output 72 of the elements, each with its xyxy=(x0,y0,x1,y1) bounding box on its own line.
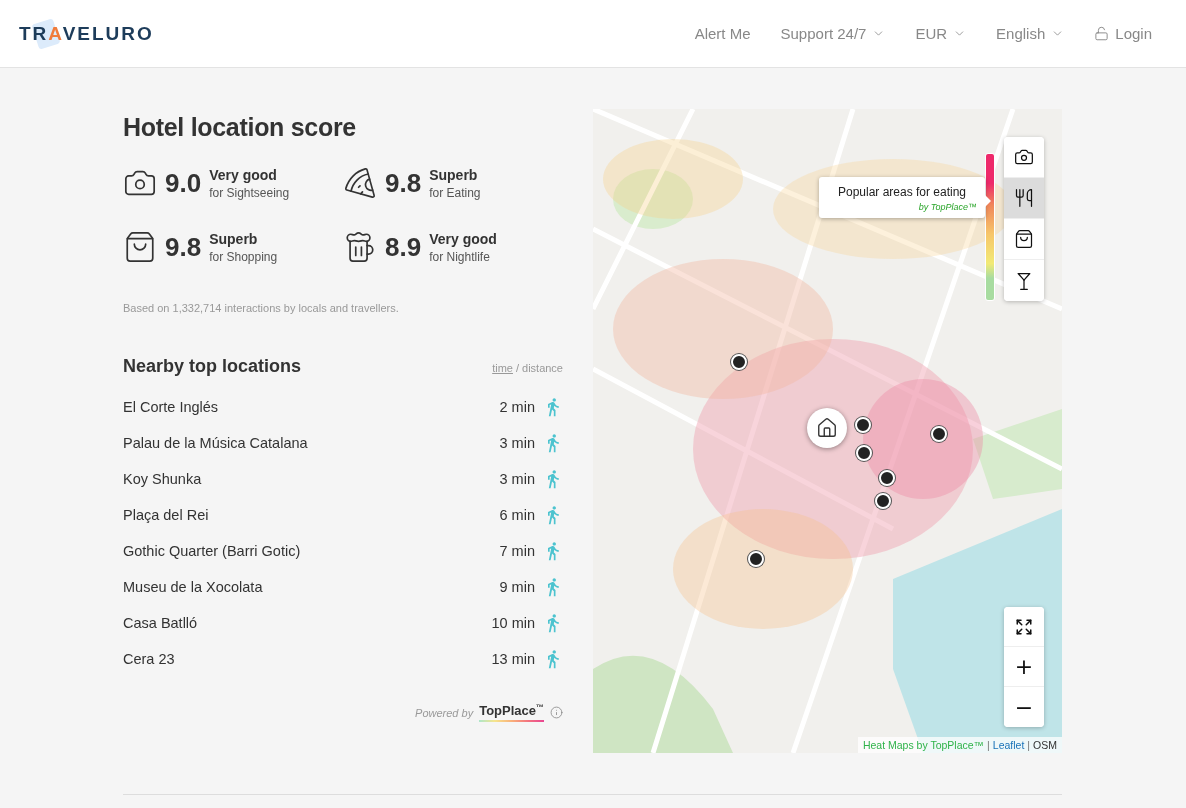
map-marker[interactable] xyxy=(748,551,764,567)
score-rating: Superb xyxy=(429,166,479,183)
score-category: for Eating xyxy=(429,185,481,200)
sort-toggle-link[interactable]: distance xyxy=(522,362,563,374)
map-marker[interactable] xyxy=(855,417,871,433)
map-marker[interactable] xyxy=(879,470,895,486)
beer-mug-icon xyxy=(343,230,377,264)
tooltip-title: Popular areas for eating xyxy=(836,185,968,199)
travel-time: 13 min xyxy=(490,651,535,667)
shopping-bag-icon xyxy=(1014,229,1034,249)
brand-logo: TopPlace$^{™}$ xyxy=(479,703,544,723)
location-name: Cera 23 xyxy=(123,651,176,667)
section-title: Nearby top locations xyxy=(123,356,302,377)
score-value: 9.8 xyxy=(165,231,202,263)
eating-layer-button[interactable] xyxy=(1004,178,1044,219)
score-value: 8.9 xyxy=(385,231,422,263)
shopping-bag-icon xyxy=(123,230,157,264)
dropdown-menu[interactable]: Support 24/7 xyxy=(780,25,886,42)
travel-time: 6 min xyxy=(498,507,535,523)
score-rating: Superb xyxy=(209,230,259,247)
location-name: Palau de la Música Catalana xyxy=(123,435,309,451)
shopping-layer-button[interactable] xyxy=(1004,219,1044,260)
dropdown-menu[interactable]: English xyxy=(996,25,1065,42)
attribution-text: Heat Maps by TopPlace™ xyxy=(862,739,985,751)
travel-time: 3 min xyxy=(498,435,535,451)
zoom-in-button[interactable]: + xyxy=(1004,647,1044,687)
logo[interactable]: TRAVELURO xyxy=(19,14,154,53)
location-name: El Corte Inglés xyxy=(123,399,220,415)
separator-text: / xyxy=(515,362,519,374)
map-marker[interactable] xyxy=(931,426,947,442)
zoom-out-button[interactable]: − xyxy=(1004,687,1044,727)
travel-time: 10 min xyxy=(490,615,535,631)
location-name: Plaça del Rei xyxy=(123,507,210,523)
section-title: Hotel location score xyxy=(123,113,357,142)
location-name: Museu de la Xocolata xyxy=(123,579,264,595)
alert-link[interactable]: Alert Me xyxy=(694,25,751,42)
padlock-icon xyxy=(1094,26,1110,41)
location-name: Gothic Quarter (Barri Gotic) xyxy=(123,543,302,559)
score-note: Based on 1,332,714 interactions by locals and travellers. xyxy=(123,302,400,314)
attribution-link[interactable]: Leaflet xyxy=(992,739,1025,751)
map-marker[interactable] xyxy=(856,445,872,461)
score-value: 9.0 xyxy=(165,167,202,199)
tooltip-source: by TopPlace™ xyxy=(917,202,977,212)
dropdown-menu[interactable]: EUR xyxy=(915,25,967,42)
nightlife-layer-button[interactable] xyxy=(1004,260,1044,301)
attribution-text: OSM xyxy=(1033,739,1057,751)
login-link[interactable]: Login xyxy=(1094,25,1152,42)
travel-time: 9 min xyxy=(498,579,535,595)
separator-text: | xyxy=(1027,739,1031,751)
score-category: for Nightlife xyxy=(429,249,491,264)
pizza-icon xyxy=(343,166,377,200)
camera-icon xyxy=(1014,147,1034,167)
location-name: Koy Shunka xyxy=(123,471,203,487)
score-rating: Very good xyxy=(429,230,497,247)
score-value: 9.8 xyxy=(385,167,422,199)
powered-by-text: Powered by xyxy=(415,706,474,719)
map-marker[interactable] xyxy=(875,493,891,509)
travel-time: 3 min xyxy=(498,471,535,487)
map-marker[interactable] xyxy=(731,354,747,370)
location-name: Casa Batlló xyxy=(123,615,199,631)
travel-time: 2 min xyxy=(498,399,535,415)
utensils-icon xyxy=(1014,188,1034,208)
fullscreen-button[interactable] xyxy=(1004,607,1044,647)
fullscreen-icon xyxy=(1015,617,1033,636)
score-rating: Very good xyxy=(209,166,278,183)
sort-toggle-link[interactable]: time xyxy=(492,362,513,374)
sightseeing-layer-button[interactable] xyxy=(1004,137,1044,178)
travel-time: 7 min xyxy=(498,543,535,559)
house-icon xyxy=(816,417,838,439)
score-category: for Sightseeing xyxy=(209,185,290,200)
separator-text: | xyxy=(987,739,990,751)
score-category: for Shopping xyxy=(209,249,278,264)
